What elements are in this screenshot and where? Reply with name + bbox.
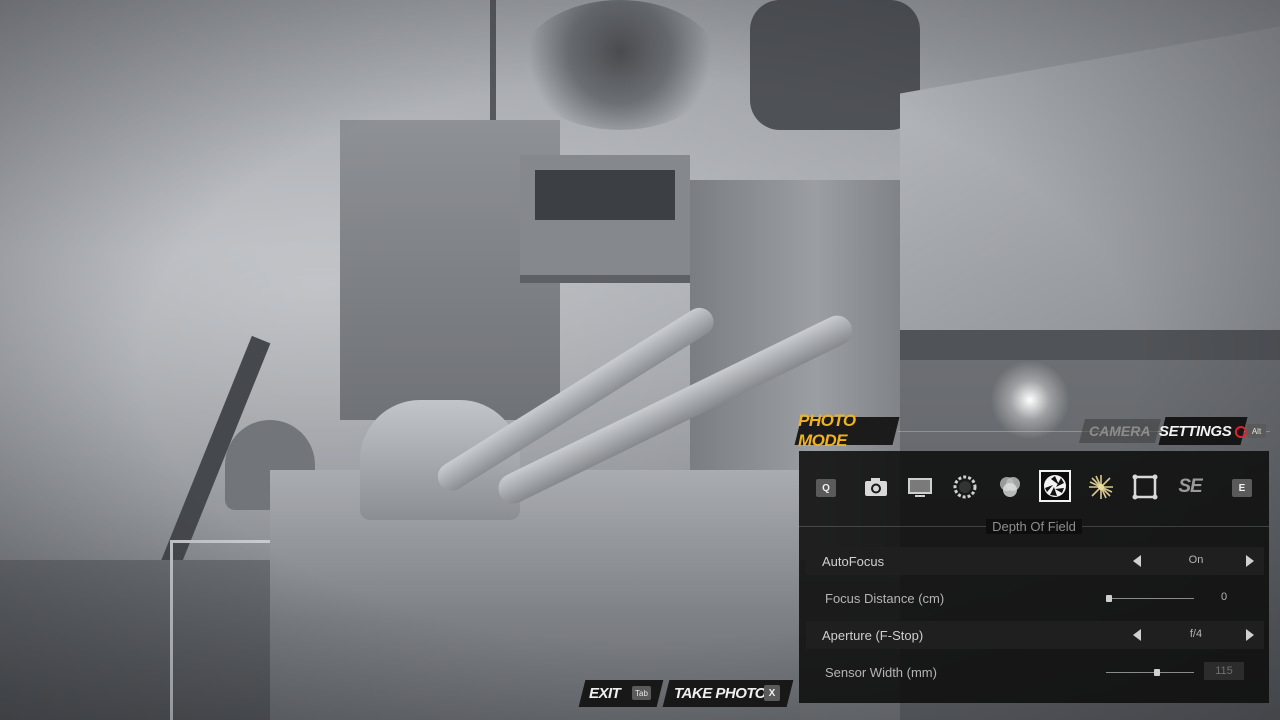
photo-mode-header: PHOTO MODE CAMERA SETTINGS Alt bbox=[794, 411, 1270, 450]
tab-key-hint: Tab bbox=[632, 686, 651, 700]
tab-settings-label: SETTINGS bbox=[1159, 422, 1232, 440]
setting-row-focus-distance[interactable]: Focus Distance (cm) 0 bbox=[806, 584, 1264, 612]
tab-camera[interactable]: CAMERA bbox=[1079, 419, 1161, 443]
setting-value: On bbox=[1188, 554, 1204, 566]
next-category-key[interactable]: E bbox=[1232, 479, 1252, 497]
arrow-right-icon[interactable] bbox=[1246, 629, 1254, 641]
record-indicator-icon bbox=[1234, 425, 1247, 437]
color-blend-icon[interactable] bbox=[996, 473, 1024, 501]
setting-row-autofocus[interactable]: AutoFocus On bbox=[806, 547, 1264, 575]
section-title-text: Depth Of Field bbox=[986, 519, 1082, 534]
camera-icon[interactable] bbox=[862, 473, 890, 501]
vignette-ring-icon[interactable] bbox=[951, 473, 979, 501]
tab-camera-label: CAMERA bbox=[1089, 423, 1151, 439]
slider-knob[interactable] bbox=[1106, 595, 1112, 602]
exit-button[interactable]: EXIT Tab bbox=[578, 680, 664, 707]
photo-mode-title: PHOTO MODE bbox=[794, 411, 900, 450]
photo-mode-title-text: PHOTO MODE bbox=[798, 411, 856, 450]
setting-value: 0 bbox=[1220, 591, 1228, 603]
alt-key-hint: Alt bbox=[1247, 424, 1266, 438]
sunburst-icon[interactable] bbox=[1087, 473, 1115, 501]
slider-knob[interactable] bbox=[1153, 669, 1160, 676]
arrow-left-icon[interactable] bbox=[1133, 629, 1141, 641]
focus-distance-slider[interactable] bbox=[1106, 595, 1194, 602]
setting-row-sensor-width[interactable]: Sensor Width (mm) 115 bbox=[806, 658, 1264, 686]
logo-se-icon[interactable]: SE bbox=[1176, 473, 1204, 501]
filter-category-bar: Q SE E bbox=[799, 469, 1269, 509]
take-photo-label: TAKE PHOTO bbox=[674, 685, 766, 702]
setting-label: Sensor Width (mm) bbox=[825, 665, 937, 680]
photo-settings-panel: Q SE E Depth Of Field AutoFocus On Focus… bbox=[799, 451, 1269, 703]
logo-se-text: SE bbox=[1178, 476, 1202, 497]
prev-category-key[interactable]: Q bbox=[816, 479, 836, 497]
section-title: Depth Of Field bbox=[799, 519, 1269, 534]
aperture-icon[interactable] bbox=[1039, 470, 1071, 502]
setting-row-aperture[interactable]: Aperture (F-Stop) f/4 bbox=[806, 621, 1264, 649]
sensor-width-slider[interactable] bbox=[1106, 669, 1194, 676]
frame-border-icon[interactable] bbox=[1131, 473, 1159, 501]
take-photo-button[interactable]: TAKE PHOTO X bbox=[662, 680, 794, 707]
arrow-right-icon[interactable] bbox=[1246, 555, 1254, 567]
arrow-left-icon[interactable] bbox=[1133, 555, 1141, 567]
setting-label: Aperture (F-Stop) bbox=[822, 628, 924, 643]
tab-settings[interactable]: SETTINGS bbox=[1158, 417, 1248, 445]
x-key-hint: X bbox=[764, 685, 780, 701]
exit-label: EXIT bbox=[589, 685, 621, 702]
setting-value-input[interactable]: 115 bbox=[1204, 662, 1244, 680]
monitor-icon[interactable] bbox=[906, 473, 934, 501]
setting-label: Focus Distance (cm) bbox=[825, 591, 945, 606]
setting-label: AutoFocus bbox=[822, 554, 885, 569]
setting-value: f/4 bbox=[1189, 628, 1203, 640]
